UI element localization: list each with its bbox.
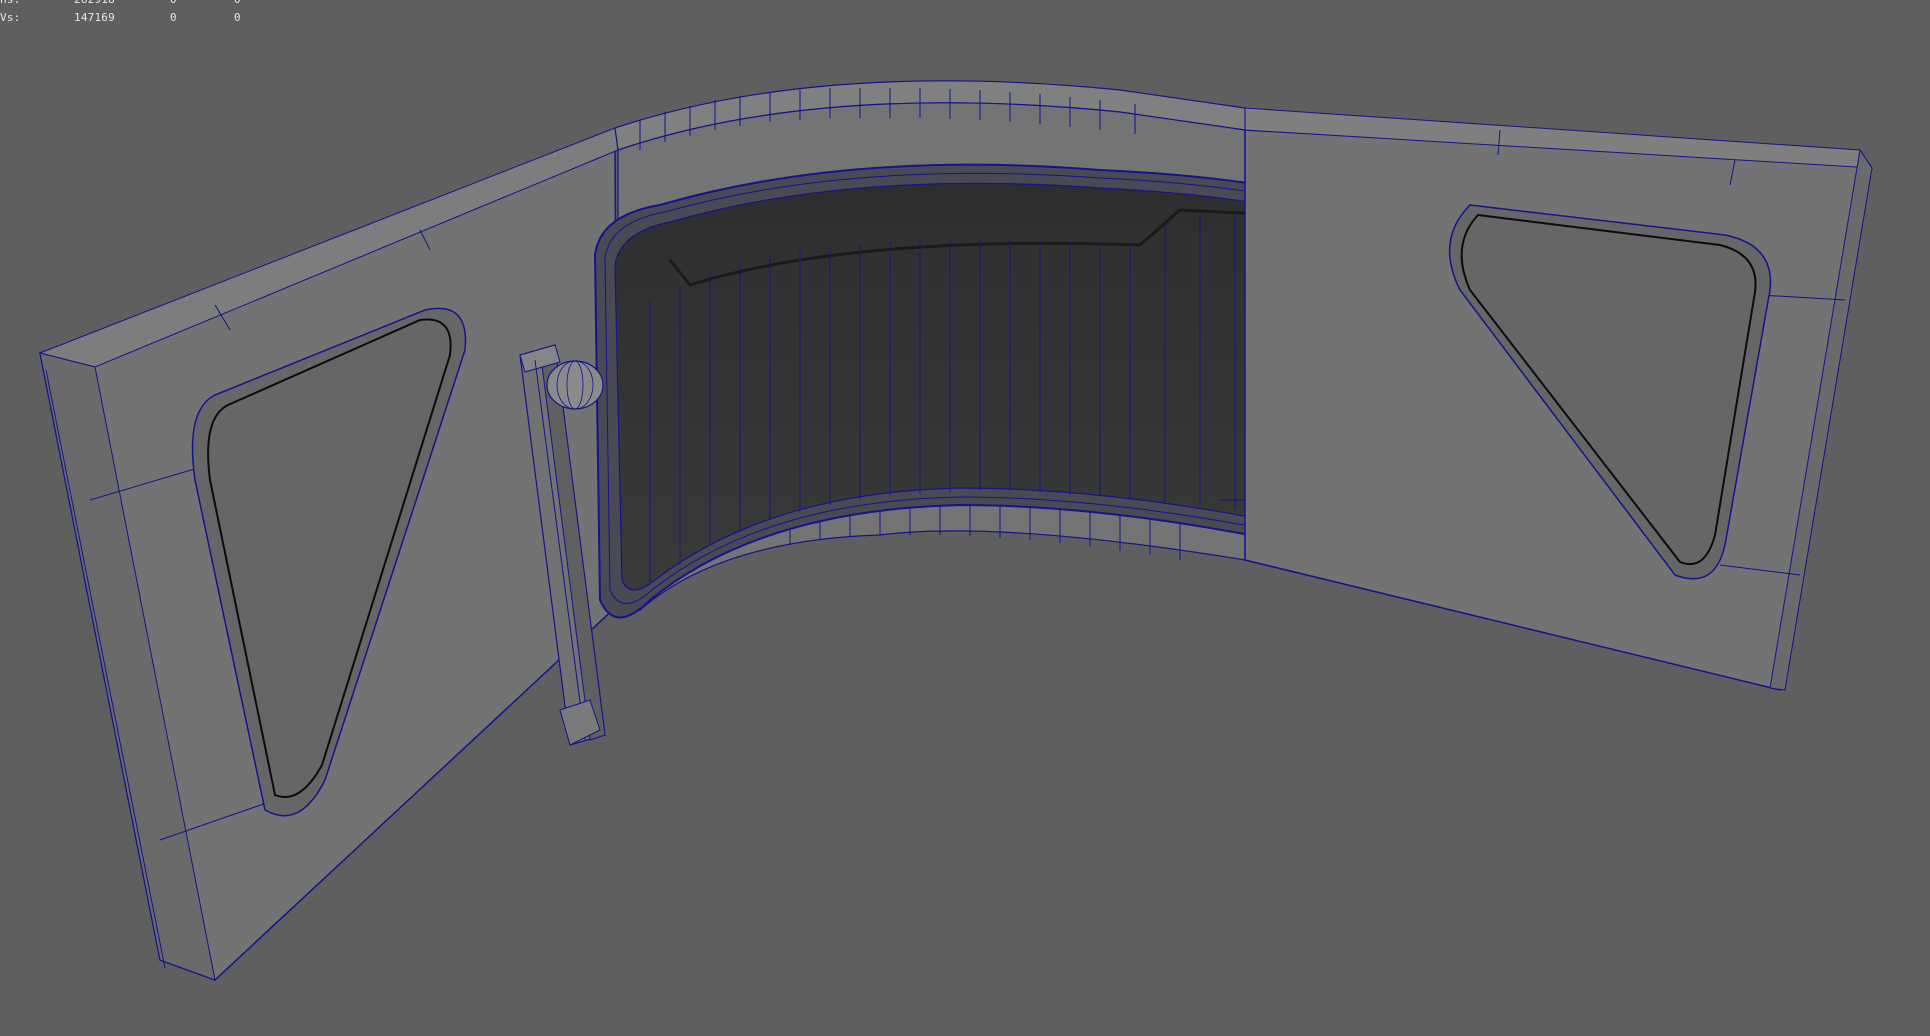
wireframe-model[interactable] — [0, 0, 1930, 1036]
hud-value: 0 — [170, 11, 177, 24]
hud-label: ns: — [0, 0, 20, 9]
hud-row-uvs: Vs: 147169 0 0 — [0, 9, 260, 27]
hud-value: 262918 — [74, 0, 115, 9]
right-plate — [1220, 107, 1873, 691]
hud-value: 0 — [234, 11, 241, 24]
hud-row-triangles: ns: 262918 0 0 — [0, 0, 260, 9]
poly-count-hud: ns: 262918 0 0 Vs: 147169 0 0 — [0, 0, 260, 27]
hud-value: 0 — [234, 0, 241, 9]
hud-value: 147169 — [74, 11, 115, 24]
hud-value: 0 — [170, 0, 177, 9]
left-plate — [38, 127, 619, 981]
hud-label: Vs: — [0, 11, 21, 24]
3d-viewport[interactable]: ns: 262918 0 0 Vs: 147169 0 0 — [0, 0, 1930, 1036]
